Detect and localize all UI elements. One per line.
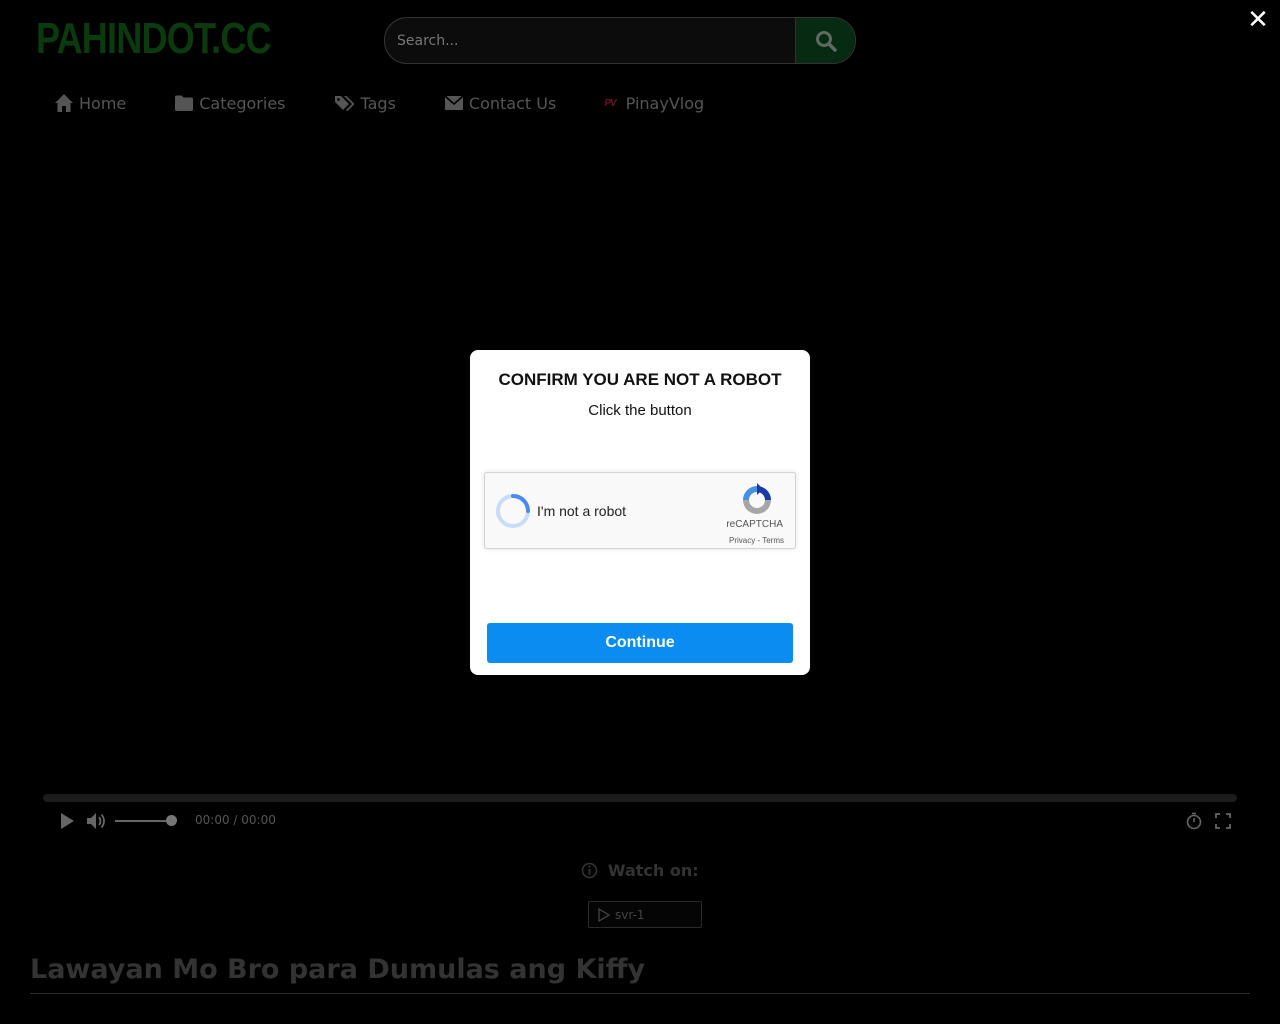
recaptcha-brand: reCAPTCHA [726, 519, 783, 530]
recaptcha-privacy-terms[interactable]: Privacy - Terms [729, 536, 784, 545]
recaptcha-checkbox-spinner-icon[interactable] [494, 492, 532, 530]
recaptcha-widget[interactable]: I'm not a robot reCAPTCHA Privacy - Term… [484, 472, 796, 549]
video-controls: 00:00 / 00:00 [0, 806, 1280, 836]
fullscreen-icon[interactable] [1214, 812, 1232, 830]
dialog-subtitle: Click the button [588, 402, 692, 419]
volume-slider[interactable] [115, 820, 171, 822]
timer-icon[interactable] [1185, 812, 1203, 830]
continue-button[interactable]: Continue [487, 623, 793, 663]
time-display: 00:00 / 00:00 [195, 813, 276, 827]
dialog-title: CONFIRM YOU ARE NOT A ROBOT [498, 370, 782, 389]
robot-check-dialog: CONFIRM YOU ARE NOT A ROBOT Click the bu… [470, 350, 810, 675]
play-icon[interactable] [58, 812, 76, 830]
recaptcha-label: I'm not a robot [537, 503, 627, 519]
server-button-svr-1[interactable]: svr-1 [588, 901, 702, 928]
info-icon [582, 862, 598, 879]
video-progress-bar[interactable] [43, 794, 1237, 802]
title-divider [30, 993, 1250, 994]
watch-on-label: Watch on: [607, 861, 699, 880]
watch-on-heading: Watch on: [0, 860, 1280, 880]
recaptcha-logo-icon [743, 483, 771, 514]
video-title: Lawayan Mo Bro para Dumulas ang Kiffy [30, 954, 646, 985]
volume-icon[interactable] [86, 811, 108, 831]
server-label: svr-1 [615, 907, 645, 922]
volume-slider-knob[interactable] [166, 815, 177, 826]
play-outline-icon [598, 907, 611, 922]
